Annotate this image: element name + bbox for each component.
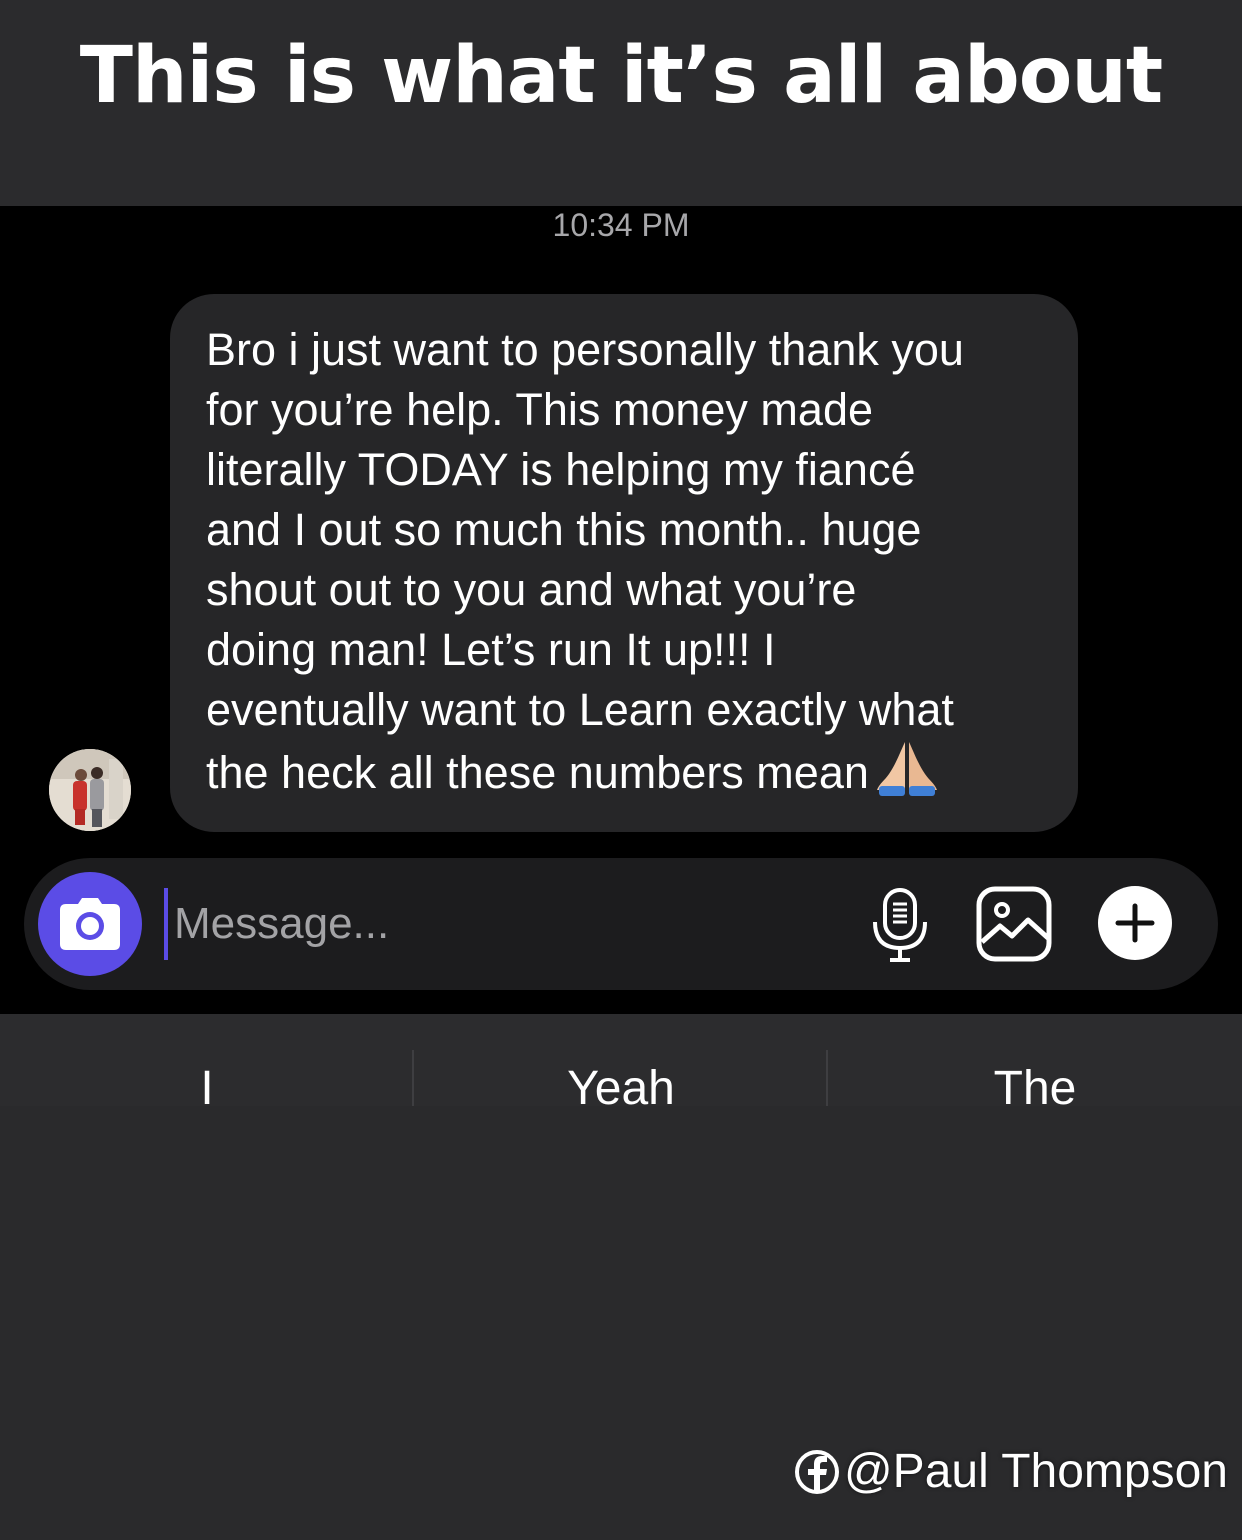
more-options-button[interactable] [1098, 886, 1172, 960]
message-text: Bro i just want to personally thank you … [206, 324, 964, 798]
message-timestamp: 10:34 PM [552, 207, 690, 243]
watermark: @Paul Thompson [794, 1442, 1228, 1502]
plus-icon [1115, 903, 1155, 943]
suggestion-item[interactable]: I [0, 1014, 414, 1106]
camera-icon [60, 898, 120, 950]
suggestion-item[interactable]: The [828, 1014, 1242, 1106]
suggestion-item[interactable]: Yeah [414, 1014, 828, 1106]
avatar[interactable] [49, 749, 131, 831]
caption-title: This is what it’s all about [79, 31, 1163, 121]
microphone-icon [873, 888, 927, 962]
message-input[interactable] [164, 888, 824, 960]
facebook-icon [794, 1450, 839, 1494]
message-composer [24, 858, 1218, 990]
praying-hands-icon [875, 740, 939, 801]
avatar-photo-icon [49, 749, 131, 831]
gallery-button[interactable] [976, 886, 1052, 962]
message-bubble[interactable]: Bro i just want to personally thank you … [170, 294, 1078, 832]
microphone-button[interactable] [870, 888, 930, 964]
screenshot-page: This is what it’s all about 10:34 PM Bro… [0, 0, 1242, 1540]
camera-button[interactable] [38, 872, 142, 976]
predictive-text-bar: I Yeah The [0, 1014, 1242, 1108]
gallery-icon [976, 886, 1052, 962]
chat-thread: 10:34 PM Bro i just want to personally t… [0, 206, 1242, 1014]
caption-header: This is what it’s all about [0, 0, 1242, 206]
watermark-handle: @Paul Thompson [843, 1445, 1228, 1498]
